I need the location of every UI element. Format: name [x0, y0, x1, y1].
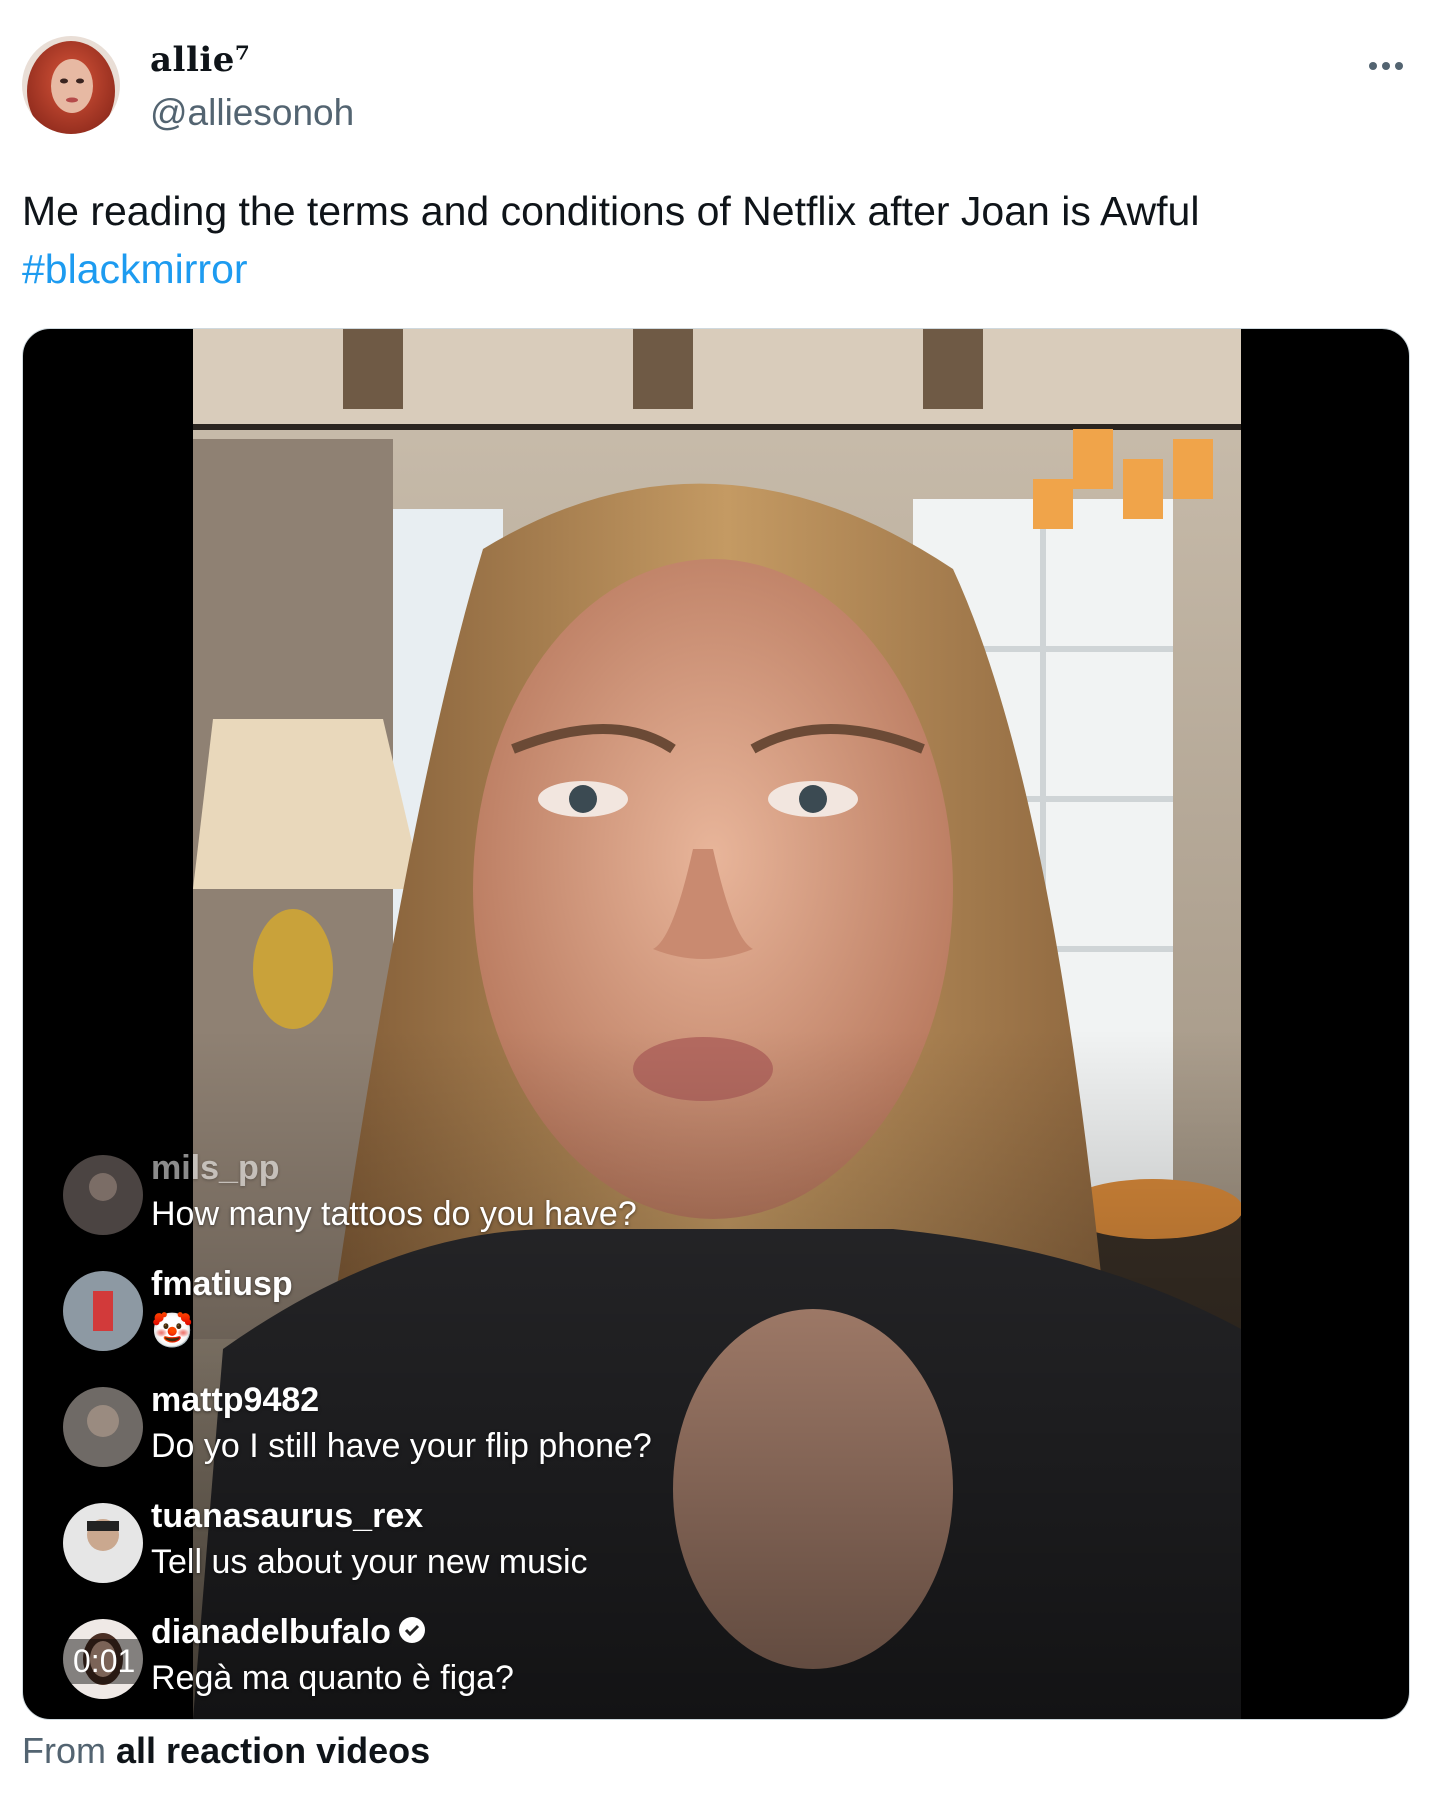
tweet-header: allie⁷ @alliesonoh	[22, 36, 1418, 136]
more-horizontal-icon	[1369, 62, 1403, 70]
source-prefix: From	[22, 1730, 106, 1771]
verified-badge-icon	[397, 1615, 427, 1654]
comment-username: mattp9482	[151, 1381, 320, 1419]
hashtag-link[interactable]: #blackmirror	[22, 246, 248, 292]
comment-username: fmatiusp	[151, 1265, 293, 1303]
more-options-button[interactable]	[1362, 46, 1410, 86]
author-avatar[interactable]	[22, 36, 120, 134]
comment-text: Regà ma quanto è figa?	[151, 1659, 514, 1697]
source-link[interactable]: all reaction videos	[116, 1730, 430, 1771]
comment-username: dianadelbufalo	[151, 1613, 427, 1654]
comment-text: Tell us about your new music	[151, 1543, 588, 1581]
tweet-text: Me reading the terms and conditions of N…	[22, 182, 1402, 298]
video-timestamp: 0:01	[63, 1639, 146, 1684]
commenter-avatar	[63, 1155, 143, 1235]
commenter-avatar	[63, 1387, 143, 1467]
comment-username-text: dianadelbufalo	[151, 1613, 391, 1651]
clown-emoji-icon: 🤡	[151, 1312, 194, 1350]
author-handle[interactable]: @alliesonoh	[150, 92, 354, 134]
comment-text: How many tattoos do you have?	[151, 1195, 637, 1233]
comment-item: tuanasaurus_rex Tell us about your new m…	[63, 1497, 963, 1597]
comment-item: mattp9482 Do yo I still have your flip p…	[63, 1381, 963, 1481]
comment-username: mils_pp	[151, 1149, 280, 1187]
commenter-avatar	[63, 1271, 143, 1351]
author-display-name[interactable]: allie⁷	[150, 40, 250, 80]
commenter-avatar	[63, 1503, 143, 1583]
comment-item: dianadelbufalo Regà ma quanto è figa?	[63, 1613, 963, 1713]
comment-username: tuanasaurus_rex	[151, 1497, 424, 1535]
media-source: From all reaction videos	[22, 1730, 430, 1772]
comment-item: fmatiusp 🤡	[63, 1265, 963, 1365]
tweet-body: Me reading the terms and conditions of N…	[22, 188, 1200, 234]
video-player[interactable]: mils_pp How many tattoos do you have? fm…	[22, 328, 1410, 1720]
comment-text: Do yo I still have your flip phone?	[151, 1427, 652, 1465]
comment-item: mils_pp How many tattoos do you have?	[63, 1149, 963, 1249]
